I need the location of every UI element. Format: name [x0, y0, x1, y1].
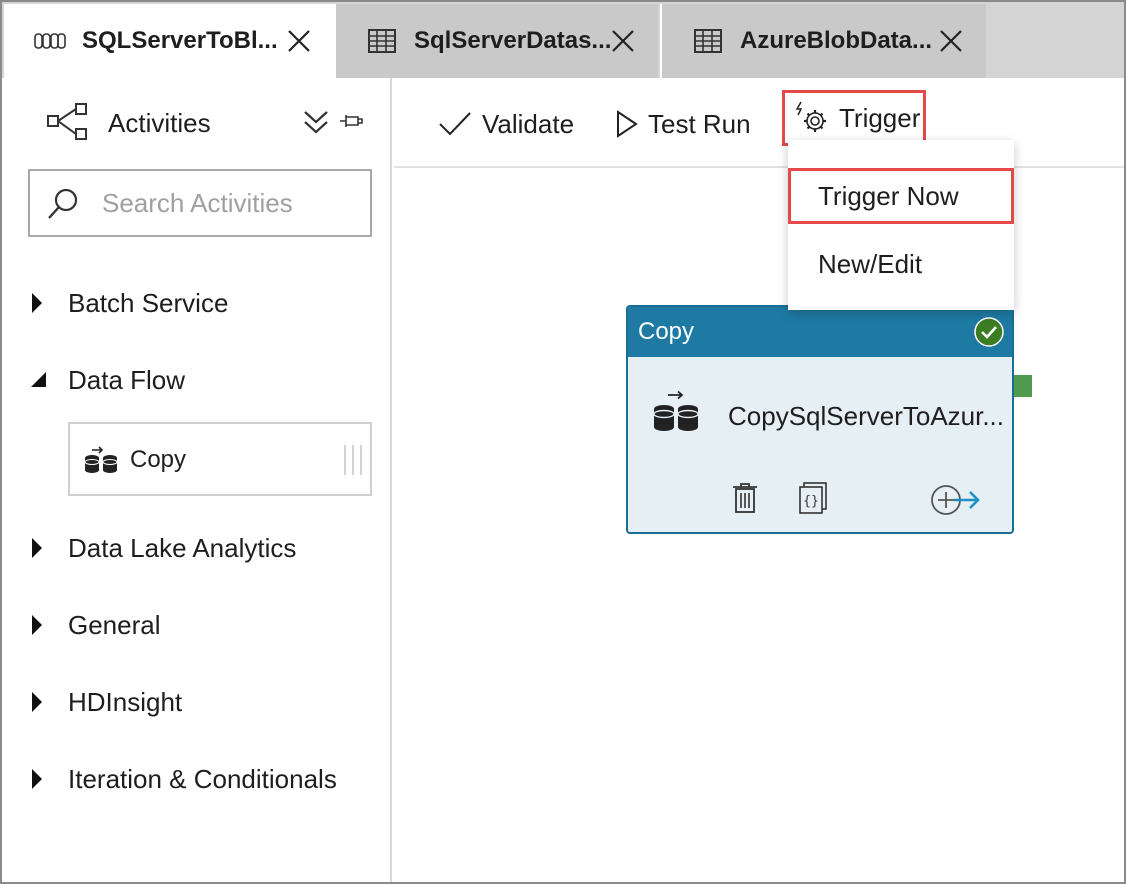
- activities-panel: Activities Search Activities Batch Servi…: [4, 78, 392, 882]
- tab-label: SqlServerDatas...: [414, 27, 612, 54]
- activities-icon: [46, 102, 90, 147]
- copy-data-icon: [84, 446, 120, 479]
- collapsed-arrow-icon: [30, 691, 44, 718]
- category-label: HDInsight: [68, 687, 183, 717]
- activity-item-label: Copy: [130, 446, 187, 473]
- drag-handle-icon[interactable]: [342, 444, 364, 481]
- activity-header: Copy: [628, 307, 1012, 357]
- svg-text:{}: {}: [803, 494, 819, 509]
- tab-azureblob-dataset[interactable]: AzureBlobData...: [660, 4, 986, 78]
- collapsed-arrow-icon: [30, 537, 44, 564]
- tab-label: AzureBlobData...: [740, 27, 933, 54]
- pin-icon[interactable]: [338, 110, 364, 137]
- trigger-menu: Trigger Now New/Edit: [788, 140, 1014, 310]
- trigger-button[interactable]: Trigger: [782, 90, 926, 146]
- close-icon[interactable]: [938, 28, 964, 54]
- window-frame: SQLServerToBl... SqlServerDatas... Azure…: [0, 0, 1126, 884]
- category-general[interactable]: General: [4, 606, 392, 646]
- trigger-label: Trigger: [839, 102, 921, 133]
- trigger-gear-icon: [795, 101, 826, 132]
- pipeline-icon: [32, 27, 68, 55]
- test-run-label: Test Run: [648, 108, 751, 139]
- category-hdinsight[interactable]: HDInsight: [4, 683, 392, 723]
- tab-pipeline[interactable]: SQLServerToBl...: [4, 4, 334, 78]
- copy-data-icon: [652, 390, 702, 438]
- success-check-icon: [974, 317, 1004, 352]
- test-run-button[interactable]: Test Run: [616, 104, 751, 144]
- close-icon[interactable]: [286, 28, 312, 54]
- category-iteration-conditionals[interactable]: Iteration & Conditionals: [4, 760, 392, 800]
- search-activities-box[interactable]: [28, 169, 372, 237]
- add-output-icon[interactable]: [930, 483, 982, 522]
- close-icon[interactable]: [610, 28, 636, 54]
- category-label: Data Flow: [68, 365, 186, 395]
- activity-name: CopySqlServerToAzur...: [728, 401, 1005, 431]
- collapsed-arrow-icon: [30, 768, 44, 795]
- category-label: Iteration & Conditionals: [68, 764, 337, 794]
- tab-bar: SQLServerToBl... SqlServerDatas... Azure…: [2, 2, 1124, 78]
- table-icon: [364, 27, 400, 55]
- code-icon[interactable]: {}: [798, 482, 828, 519]
- validate-label: Validate: [482, 108, 575, 139]
- tab-sqlserver-dataset[interactable]: SqlServerDatas...: [334, 4, 658, 78]
- delete-icon[interactable]: [732, 482, 758, 519]
- category-batch-service[interactable]: Batch Service: [4, 284, 392, 324]
- copy-activity-node[interactable]: Copy CopySqlServerToAzur... {}: [626, 305, 1014, 534]
- expanded-arrow-icon: [30, 371, 48, 394]
- search-input[interactable]: [100, 181, 360, 225]
- menu-item-trigger-now[interactable]: Trigger Now: [788, 168, 1014, 224]
- activity-item-copy[interactable]: Copy: [68, 422, 372, 496]
- activity-type-label: Copy: [638, 318, 695, 345]
- play-icon: [617, 110, 638, 138]
- validate-button[interactable]: Validate: [438, 104, 574, 144]
- category-label: Data Lake Analytics: [68, 533, 297, 563]
- activities-title: Activities: [108, 108, 211, 138]
- collapsed-arrow-icon: [30, 614, 44, 641]
- success-output-port[interactable]: [1014, 375, 1032, 397]
- pipeline-toolbar: Validate Test Run Trigger: [394, 78, 1124, 168]
- collapsed-arrow-icon: [30, 292, 44, 319]
- category-data-flow[interactable]: Data Flow: [4, 361, 392, 401]
- category-data-lake-analytics[interactable]: Data Lake Analytics: [4, 529, 392, 569]
- checkmark-icon: [439, 112, 471, 136]
- tab-label: SQLServerToBl...: [82, 27, 278, 54]
- search-icon: [46, 187, 80, 226]
- collapse-all-icon[interactable]: [302, 108, 330, 141]
- activities-header: Activities: [4, 78, 392, 168]
- table-icon: [690, 27, 726, 55]
- category-label: General: [68, 610, 161, 640]
- menu-item-new-edit[interactable]: New/Edit: [788, 236, 1014, 292]
- category-label: Batch Service: [68, 288, 229, 318]
